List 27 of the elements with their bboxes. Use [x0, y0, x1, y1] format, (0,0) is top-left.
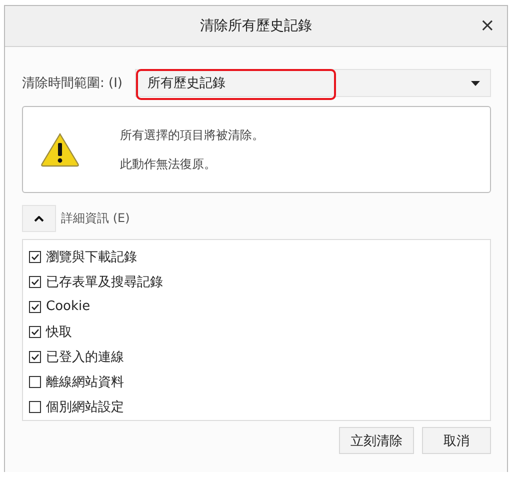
checkbox-label: 已登入的連線 [46, 349, 124, 366]
caret-icon [471, 80, 480, 86]
checkbox-label: 快取 [46, 324, 72, 341]
time-range-label: 清除時間範圍: (I) [22, 75, 122, 92]
checkbox[interactable] [29, 376, 41, 388]
cancel-button[interactable]: 取消 [422, 427, 491, 454]
checkbox-label: 個別網站設定 [46, 399, 124, 416]
checkbox-label: 離線網站資料 [46, 374, 124, 392]
time-range-dropdown[interactable]: 所有歷史記錄 [134, 69, 491, 97]
checkbox[interactable] [29, 250, 41, 263]
checkbox[interactable] [29, 401, 41, 414]
close-button[interactable]: × [476, 15, 499, 36]
checkbox[interactable] [29, 276, 41, 288]
window-title: 清除所有歷史記錄 [200, 17, 312, 35]
clear-now-button[interactable]: 立刻清除 [339, 427, 414, 454]
checkbox-label: 瀏覽與下載記錄 [46, 248, 137, 266]
checkbox[interactable] [29, 326, 41, 338]
checkbox[interactable] [29, 300, 41, 313]
warning-text: 此動作無法復原。 [120, 156, 217, 172]
details-toggle[interactable] [22, 205, 56, 232]
checkbox[interactable] [29, 351, 41, 364]
chevron-up-icon [34, 216, 44, 222]
checkbox-label: 已存表單及搜尋記錄 [46, 274, 163, 291]
warning-icon [40, 132, 80, 167]
checkbox-label: Cookie [46, 299, 90, 314]
warning-text: 所有選擇的項目將被清除。 [120, 126, 264, 144]
details-label: 詳細資訊 (E) [61, 210, 130, 227]
